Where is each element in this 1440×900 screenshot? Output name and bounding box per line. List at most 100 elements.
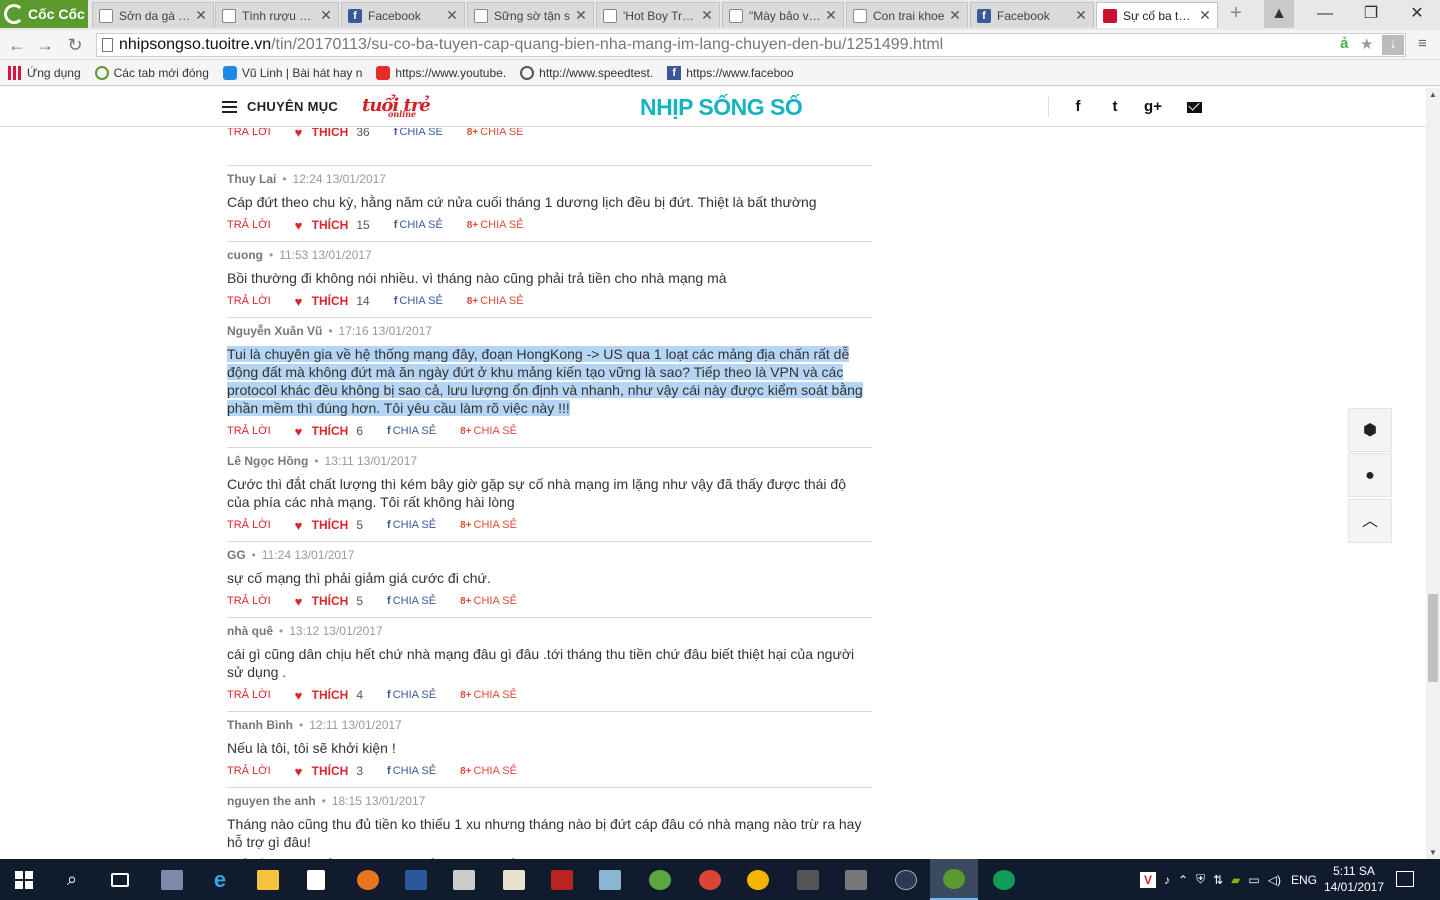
scroll-up-icon[interactable]: ▲ — [1429, 90, 1437, 99]
facebook-share-link[interactable]: f CHIA SẺ — [387, 595, 436, 607]
network-icon[interactable]: ▭ — [1248, 873, 1259, 887]
facebook-share-link[interactable]: f CHIA SẺ — [394, 128, 443, 138]
comment-author[interactable]: Thuy Lai — [227, 172, 276, 186]
bookmark-item[interactable]: f https://www.faceboo — [667, 65, 794, 80]
search-button[interactable]: ⌕ — [48, 859, 96, 900]
facebook-share-link[interactable]: f CHIA SẺ — [387, 765, 436, 777]
like-button[interactable]: ♥ THÍCH 3 — [295, 764, 363, 778]
new-tab-button[interactable]: + — [1226, 3, 1246, 24]
facebook-share-link[interactable]: f CHIA SẺ — [387, 519, 436, 531]
bookmark-item[interactable]: Ứng dụng — [8, 65, 81, 80]
like-button[interactable]: ♥ THÍCH 6 — [295, 424, 363, 438]
reload-button[interactable]: ↻ — [64, 35, 86, 55]
googleplus-share-link[interactable]: 8+ CHIA SẺ — [460, 519, 517, 531]
comment-author[interactable]: cuong — [227, 248, 263, 262]
shield-icon[interactable]: ⛨ — [1196, 872, 1205, 887]
browser-tab[interactable]: Tình rượu dây ✕ — [215, 2, 339, 28]
coccoc-logo[interactable]: Cốc Cốc — [0, 0, 88, 28]
like-button[interactable]: ♥ THÍCH 15 — [295, 218, 370, 232]
facebook-share-link[interactable]: f CHIA SẺ — [387, 425, 436, 437]
tuoitre-logo[interactable]: tuổi trẻ online — [362, 95, 431, 119]
googleplus-share-link[interactable]: 8+ CHIA SẺ — [467, 219, 524, 231]
browser-tab[interactable]: Con trai khoe ✕ — [846, 2, 968, 28]
file-explorer-button[interactable] — [244, 859, 292, 900]
tray-app-icon-2[interactable]: ⇅ — [1213, 873, 1223, 887]
scrollbar-thumb[interactable] — [1428, 594, 1438, 682]
reply-link[interactable]: TRẢ LỜI — [227, 765, 271, 777]
close-window-button[interactable]: ✕ — [1394, 0, 1440, 28]
googleplus-share-link[interactable]: 8+ CHIA SẺ — [467, 295, 524, 307]
volume-icon[interactable]: ◁) — [1268, 873, 1281, 887]
android-app-icon[interactable]: ⬢ — [1348, 408, 1392, 452]
like-button[interactable]: ♥ THÍCH 14 — [295, 294, 370, 308]
hamburger-menu-icon[interactable] — [222, 101, 237, 113]
googleplus-share-icon[interactable]: g+ — [1143, 97, 1163, 117]
close-tab-icon[interactable]: ✕ — [949, 7, 961, 24]
up-arrow-icon[interactable]: ⌃ — [1178, 873, 1188, 887]
bookmark-item[interactable]: https://www.youtube. — [376, 65, 506, 80]
task-view-button[interactable] — [96, 859, 144, 900]
like-button[interactable]: ♥ THÍCH 5 — [295, 518, 363, 532]
back-to-top-icon[interactable]: ︿ — [1348, 499, 1392, 543]
comment-author[interactable]: Nguyễn Xuân Vũ — [227, 324, 322, 338]
comment-author[interactable]: nguyen the anh — [227, 794, 316, 808]
reply-link[interactable]: TRẢ LỜI — [227, 128, 271, 138]
googleplus-share-link[interactable]: 8+ CHIA SẺ — [467, 128, 524, 138]
store-button[interactable] — [292, 859, 340, 900]
email-share-icon[interactable] — [1187, 102, 1202, 113]
comment-author[interactable]: nhà quê — [227, 624, 273, 638]
account-button[interactable]: ▲ — [1264, 0, 1294, 28]
comment-author[interactable]: Thanh Bình — [227, 718, 293, 732]
taskbar-app-9[interactable] — [882, 859, 930, 900]
notification-center-icon[interactable] — [1396, 871, 1414, 887]
unikey-icon[interactable]: V — [1140, 871, 1156, 888]
facebook-share-link[interactable]: f CHIA SẺ — [394, 219, 443, 231]
apple-app-icon[interactable]: ● — [1348, 453, 1392, 497]
clock[interactable]: 5:11 SA 14/01/2017 — [1318, 863, 1390, 895]
site-brand[interactable]: NHỊP SỐNG SỐ — [640, 94, 803, 121]
chrome-button-3[interactable] — [980, 859, 1028, 900]
googleplus-share-link[interactable]: 8+ CHIA SẺ — [460, 689, 517, 701]
taskbar-app-4[interactable] — [538, 859, 586, 900]
taskbar-app-7[interactable] — [784, 859, 832, 900]
browser-tab[interactable]: Sững sờ tận s ✕ — [467, 2, 594, 28]
reply-link[interactable]: TRẢ LỜI — [227, 295, 271, 307]
bookmark-item[interactable]: Các tab mới đóng — [94, 65, 209, 80]
close-tab-icon[interactable]: ✕ — [195, 7, 207, 24]
tray-app-icon[interactable]: ♪ — [1164, 873, 1170, 887]
close-tab-icon[interactable]: ✕ — [320, 7, 332, 24]
googleplus-share-link[interactable]: 8+ CHIA SẺ — [460, 425, 517, 437]
reply-link[interactable]: TRẢ LỜI — [227, 689, 271, 701]
chrome-button-1[interactable] — [686, 859, 734, 900]
like-button[interactable]: ♥ THÍCH 4 — [295, 688, 363, 702]
category-menu-label[interactable]: CHUYÊN MỤC — [247, 99, 338, 114]
comment-author[interactable]: GG — [227, 548, 246, 562]
close-tab-icon[interactable]: ✕ — [575, 7, 587, 24]
page-info-icon[interactable] — [102, 38, 113, 52]
browser-tab[interactable]: Sự cố ba tuyế ✕ — [1096, 2, 1218, 28]
taskbar-app-3[interactable] — [490, 859, 538, 900]
browser-tab[interactable]: 'Hot Boy Trà S ✕ — [596, 2, 720, 28]
bookmark-item[interactable]: Vũ Linh | Bài hát hay n — [222, 65, 362, 80]
facebook-share-link[interactable]: f CHIA SẺ — [394, 295, 443, 307]
coccoc-translate-icon[interactable]: ả — [1340, 35, 1348, 52]
scroll-down-icon[interactable]: ▼ — [1429, 848, 1437, 857]
browser-tab[interactable]: Sởn da gà với ✕ — [92, 2, 214, 28]
comment-author[interactable]: Lê Ngọc Hồng — [227, 454, 308, 468]
maximize-button[interactable]: ❐ — [1348, 0, 1394, 28]
taskbar-app-1[interactable] — [148, 859, 196, 900]
taskbar-app-8[interactable] — [832, 859, 880, 900]
taskbar-app-2[interactable] — [440, 859, 488, 900]
googleplus-share-link[interactable]: 8+ CHIA SẺ — [460, 765, 517, 777]
browser-tab[interactable]: f Facebook ✕ — [341, 2, 465, 28]
reply-link[interactable]: TRẢ LỜI — [227, 519, 271, 531]
reply-link[interactable]: TRẢ LỜI — [227, 425, 271, 437]
browser-tab[interactable]: "Mày bảo vợ t ✕ — [722, 2, 844, 28]
start-button[interactable] — [0, 859, 48, 900]
facebook-share-icon[interactable]: f — [1068, 97, 1088, 117]
url-input[interactable]: nhipsongso.tuoitre.vn/tin/20170113/su-co… — [96, 33, 1406, 57]
facebook-share-link[interactable]: f CHIA SẺ — [387, 689, 436, 701]
bookmark-star-icon[interactable]: ★ — [1360, 35, 1373, 53]
reply-link[interactable]: TRẢ LỜI — [227, 595, 271, 607]
close-tab-icon[interactable]: ✕ — [701, 7, 713, 24]
